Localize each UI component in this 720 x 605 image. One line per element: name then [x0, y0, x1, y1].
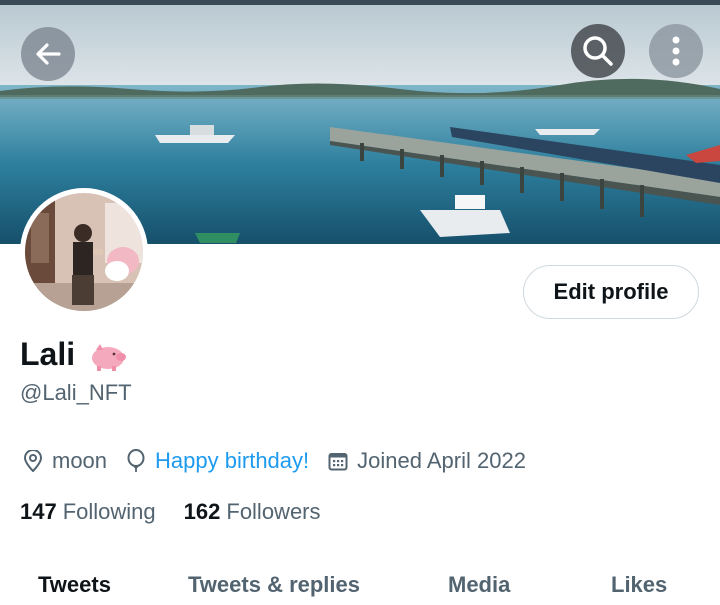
- more-vertical-icon: [672, 36, 680, 66]
- balloon-icon: [125, 449, 147, 473]
- profile-tabs: Tweets Tweets & replies Media Likes: [0, 572, 720, 605]
- pig-emoji-icon: [92, 344, 126, 371]
- tab-tweets-replies[interactable]: Tweets & replies: [188, 572, 360, 598]
- profile-handle: @Lali_NFT: [20, 380, 132, 405]
- profile-name: Lali: [20, 336, 76, 372]
- following-count: 147: [20, 499, 57, 524]
- arrow-left-icon: [36, 43, 61, 65]
- profile-birthday[interactable]: Happy birthday!: [155, 448, 309, 474]
- avatar-image: [25, 193, 143, 311]
- back-button[interactable]: [21, 27, 75, 81]
- profile-location: moon: [52, 448, 108, 473]
- followers-count: 162: [183, 499, 221, 524]
- following-label: Following: [62, 499, 156, 524]
- followers-link[interactable]: 162 Followers: [184, 499, 321, 525]
- avatar[interactable]: [20, 188, 148, 316]
- following-link[interactable]: 147 Following: [20, 499, 156, 525]
- follow-stats: 147 Following 162 Followers: [20, 499, 321, 525]
- edit-profile-button[interactable]: Edit profile: [523, 265, 699, 319]
- profile-joined: Joined April 2022: [357, 448, 526, 473]
- search-button[interactable]: [571, 24, 625, 78]
- tab-media[interactable]: Media: [448, 572, 510, 598]
- tab-likes[interactable]: Likes: [611, 572, 667, 598]
- tab-tweets[interactable]: Tweets: [38, 572, 111, 598]
- followers-label: Followers: [226, 499, 321, 524]
- calendar-icon: [327, 449, 349, 473]
- location-pin-icon: [22, 449, 44, 473]
- more-options-button[interactable]: [649, 24, 703, 78]
- search-icon: [583, 36, 613, 66]
- profile-meta: moon Happy birthday! Joined April 2022: [22, 446, 526, 476]
